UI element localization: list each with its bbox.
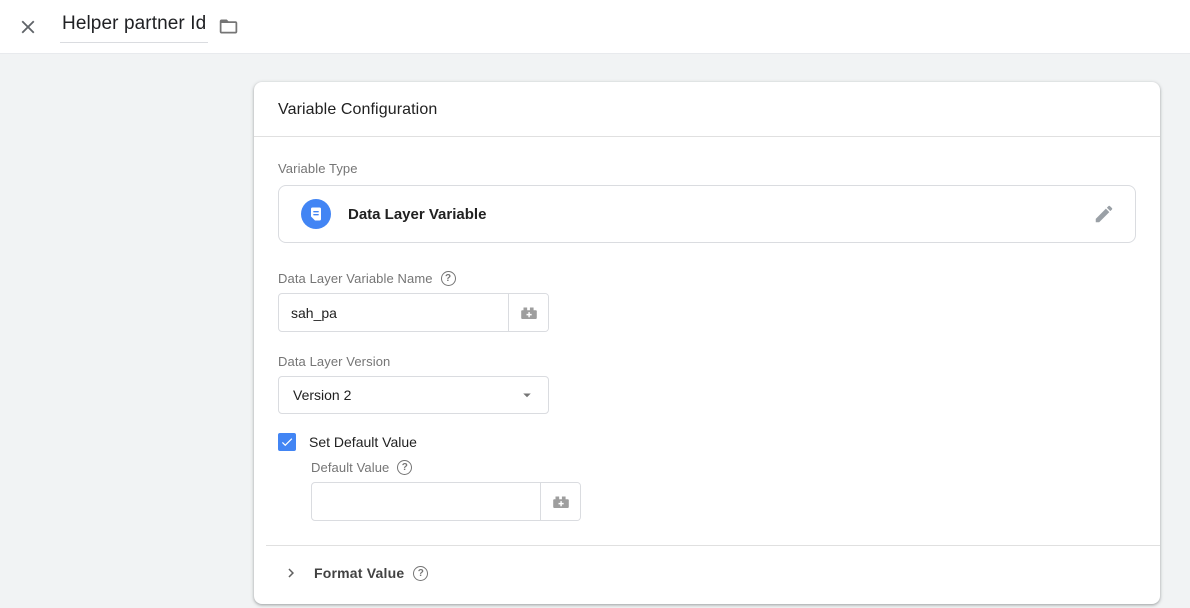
checkbox-checked-icon[interactable] <box>278 433 296 451</box>
data-layer-variable-icon <box>301 199 331 229</box>
variable-type-value: Data Layer Variable <box>348 206 486 223</box>
variable-configuration-card: Variable Configuration Variable Type Dat… <box>254 82 1160 604</box>
insert-variable-icon[interactable] <box>508 294 548 331</box>
set-default-value-checkbox-row[interactable]: Set Default Value <box>278 433 1136 451</box>
card-body: Variable Type Data Layer Variable <box>254 137 1160 604</box>
dlv-version-select[interactable]: Version 2 <box>278 376 549 414</box>
dlv-name-label: Data Layer Variable Name <box>278 271 433 286</box>
default-value-label: Default Value <box>311 460 389 475</box>
format-value-expander[interactable]: Format Value ? <box>278 546 1136 604</box>
dlv-name-label-row: Data Layer Variable Name ? <box>278 271 1136 286</box>
content-area: Variable Configuration Variable Type Dat… <box>0 54 1190 604</box>
default-value-input-group <box>311 482 581 521</box>
page-title: Helper partner Id <box>62 13 206 34</box>
dlv-name-input-group <box>278 293 549 332</box>
format-value-label: Format Value <box>314 565 404 581</box>
set-default-value-label: Set Default Value <box>309 434 417 450</box>
dlv-version-value: Version 2 <box>293 387 351 403</box>
pencil-icon[interactable] <box>1093 203 1115 225</box>
chevron-right-icon <box>282 564 300 582</box>
help-icon[interactable]: ? <box>441 271 456 286</box>
variable-title-field[interactable]: Helper partner Id <box>60 11 208 43</box>
dlv-version-label: Data Layer Version <box>278 354 1136 369</box>
card-title: Variable Configuration <box>254 82 1160 137</box>
default-value-label-row: Default Value ? <box>311 460 1136 475</box>
variable-type-selector[interactable]: Data Layer Variable <box>278 185 1136 243</box>
help-icon[interactable]: ? <box>397 460 412 475</box>
insert-variable-icon[interactable] <box>540 483 580 520</box>
dlv-name-input[interactable] <box>279 294 508 331</box>
help-icon[interactable]: ? <box>413 566 428 581</box>
variable-type-label: Variable Type <box>278 161 1136 176</box>
folder-icon[interactable] <box>218 16 239 37</box>
default-value-input[interactable] <box>312 483 540 520</box>
close-icon[interactable] <box>16 15 40 39</box>
top-bar: Helper partner Id <box>0 0 1190 54</box>
chevron-down-icon <box>518 386 536 404</box>
